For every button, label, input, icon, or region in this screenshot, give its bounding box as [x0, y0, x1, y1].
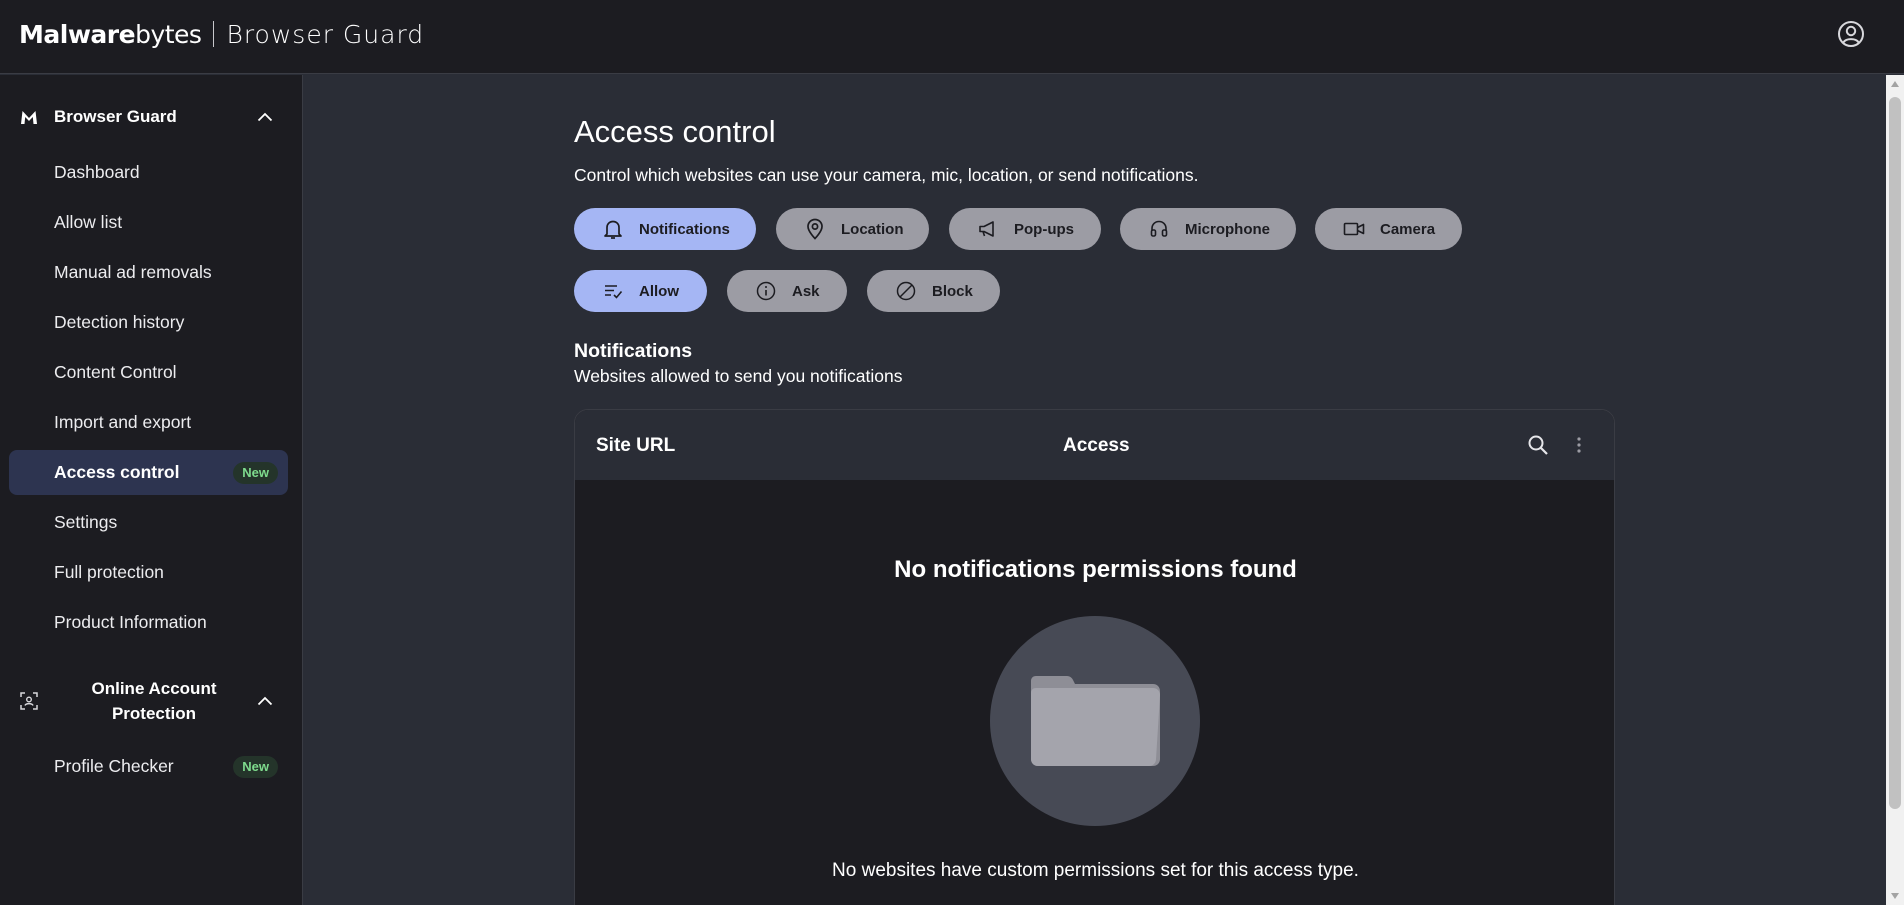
sidebar-item-detection-history[interactable]: Detection history: [9, 300, 288, 345]
list-check-icon: [602, 280, 624, 302]
malwarebytes-logo-icon: [19, 107, 39, 127]
location-pin-icon: [804, 218, 826, 240]
account-circle-icon: [1838, 21, 1864, 47]
sidebar-item-label: Dashboard: [54, 162, 140, 182]
column-header-site-url[interactable]: Site URL: [596, 435, 675, 457]
filter-ask[interactable]: Ask: [727, 270, 847, 312]
headset-icon: [1148, 218, 1170, 240]
brand-divider: [213, 21, 215, 47]
brand: Malwarebytes Browser Guard: [19, 18, 424, 50]
sidebar-item-content-control[interactable]: Content Control: [9, 350, 288, 395]
sidebar-item-label: Full protection: [54, 562, 164, 582]
tab-camera[interactable]: Camera: [1315, 208, 1462, 250]
column-header-access[interactable]: Access: [1063, 435, 1130, 457]
megaphone-icon: [977, 218, 999, 240]
new-badge: New: [233, 461, 278, 484]
sidebar: Browser Guard Dashboard Allow list Manua…: [0, 75, 303, 905]
sidebar-item-access-control[interactable]: Access control New: [9, 450, 288, 495]
malwarebytes-logo: Malwarebytes: [19, 19, 202, 49]
sidebar-item-label: Allow list: [54, 212, 123, 232]
chip-label: Block: [932, 282, 973, 300]
sidebar-item-label: Product Information: [54, 612, 207, 632]
tab-microphone[interactable]: Microphone: [1120, 208, 1296, 250]
sidebar-item-settings[interactable]: Settings: [9, 500, 288, 545]
sidebar-item-label: Detection history: [54, 312, 185, 332]
sidebar-item-product-information[interactable]: Product Information: [9, 600, 288, 645]
sidebar-item-label: Content Control: [54, 362, 177, 382]
vertical-scrollbar[interactable]: [1886, 75, 1904, 905]
chevron-up-icon[interactable]: [255, 107, 275, 127]
search-button[interactable]: [1526, 433, 1550, 457]
chevron-up-icon[interactable]: [255, 691, 275, 711]
video-camera-icon: [1343, 218, 1365, 240]
empty-state-description: No websites have custom permissions set …: [832, 860, 1359, 881]
tab-notifications[interactable]: Notifications: [574, 208, 756, 250]
search-icon: [1528, 435, 1548, 455]
sidebar-item-full-protection[interactable]: Full protection: [9, 550, 288, 595]
chip-label: Microphone: [1185, 220, 1270, 238]
bell-icon: [602, 218, 624, 240]
chip-label: Pop-ups: [1014, 220, 1074, 238]
chip-label: Location: [841, 220, 904, 238]
sidebar-item-label: Manual ad removals: [54, 262, 212, 282]
block-icon: [895, 280, 917, 302]
sidebar-item-import-and-export[interactable]: Import and export: [9, 400, 288, 445]
page-title: Access control: [574, 114, 776, 149]
more-options-button[interactable]: [1571, 433, 1587, 457]
empty-state-illustration: [990, 616, 1200, 826]
scrollbar-thumb[interactable]: [1889, 97, 1901, 809]
permissions-table: Site URL Access No notifications permiss…: [574, 409, 1615, 905]
account-button[interactable]: [1836, 19, 1866, 49]
section-subtitle: Websites allowed to send you notificatio…: [574, 366, 903, 386]
tab-pop-ups[interactable]: Pop-ups: [949, 208, 1101, 250]
sidebar-item-allow-list[interactable]: Allow list: [9, 200, 288, 245]
filter-allow[interactable]: Allow: [574, 270, 707, 312]
section-browser-guard[interactable]: Browser Guard: [0, 99, 303, 135]
scroll-up-arrow-icon[interactable]: [1886, 75, 1904, 93]
filter-block[interactable]: Block: [867, 270, 1000, 312]
page-description: Control which websites can use your came…: [574, 165, 1199, 185]
face-scan-icon: [19, 691, 39, 711]
section-title: Notifications: [574, 340, 693, 362]
section-title: Browser Guard: [54, 107, 177, 126]
sidebar-item-label: Settings: [54, 512, 118, 532]
new-badge: New: [233, 755, 278, 778]
sidebar-item-manual-ad-removals[interactable]: Manual ad removals: [9, 250, 288, 295]
sidebar-item-label: Access control: [54, 462, 180, 482]
empty-state-title: No notifications permissions found: [894, 556, 1297, 583]
chip-label: Allow: [639, 282, 679, 300]
chip-label: Ask: [792, 282, 820, 300]
scroll-down-arrow-icon[interactable]: [1886, 887, 1904, 905]
folder-icon: [1031, 676, 1160, 766]
top-bar: Malwarebytes Browser Guard: [0, 0, 1904, 74]
section-title: Online Account Protection: [91, 679, 217, 723]
product-name: Browser Guard: [226, 19, 425, 49]
sidebar-item-profile-checker[interactable]: Profile Checker New: [9, 744, 288, 789]
tab-location[interactable]: Location: [776, 208, 929, 250]
info-icon: [755, 280, 777, 302]
sidebar-item-label: Profile Checker: [54, 756, 174, 776]
sidebar-item-label: Import and export: [54, 412, 192, 432]
more-vertical-icon: [1577, 437, 1581, 453]
table-header: Site URL Access: [575, 410, 1614, 480]
sidebar-item-dashboard[interactable]: Dashboard: [9, 150, 288, 195]
chip-label: Notifications: [639, 220, 730, 238]
chip-label: Camera: [1380, 220, 1436, 238]
section-online-account-protection[interactable]: Online Account Protection: [0, 675, 303, 727]
